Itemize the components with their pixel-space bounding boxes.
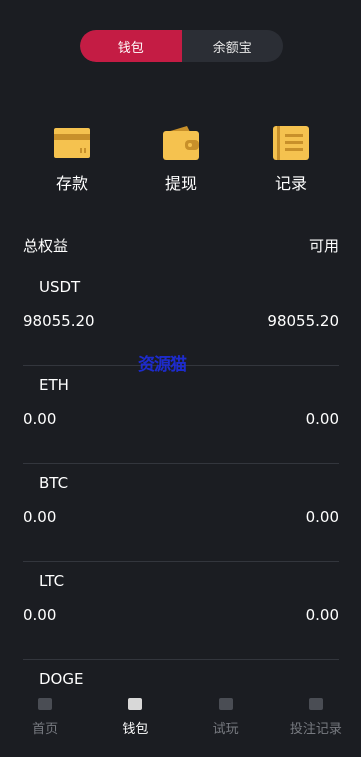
tab-bet-records[interactable]: 投注记录 — [271, 690, 361, 740]
coin-available: 0.00 — [305, 606, 339, 624]
coin-balance: 0.00 — [23, 508, 57, 526]
records-label: 记录 — [274, 174, 307, 193]
coin-available: 0.00 — [305, 508, 339, 526]
home-icon — [38, 698, 53, 710]
tab-wallet[interactable]: 钱包 — [90, 690, 180, 740]
coin-name: USDT — [39, 278, 81, 296]
coin-balance: 0.00 — [23, 410, 57, 428]
list-item: LTC 0.00 0.00 — [23, 562, 339, 660]
total-equity-label: 总权益 — [23, 237, 69, 255]
toggle-wallet[interactable]: 钱包 — [80, 30, 182, 62]
list-item: ETH 0.00 0.00 — [23, 366, 339, 464]
tab-label: 首页 — [32, 722, 59, 737]
record-icon — [308, 698, 323, 710]
withdraw-action[interactable]: 提现 — [141, 126, 221, 194]
wallet-icon — [163, 126, 199, 160]
wallet-icon — [128, 698, 143, 710]
deposit-action[interactable]: 存款 — [32, 126, 112, 194]
records-action[interactable]: 记录 — [251, 126, 331, 194]
balance-header: 总权益 可用 — [23, 235, 339, 256]
available-label: 可用 — [308, 237, 339, 255]
withdraw-label: 提现 — [164, 174, 197, 193]
watermark-text: 资源猫 — [138, 355, 187, 375]
list-item: BTC 0.00 0.00 — [23, 464, 339, 562]
tab-label: 投注记录 — [289, 722, 342, 737]
coin-balance: 98055.20 — [23, 312, 95, 330]
tab-label: 试玩 — [212, 722, 239, 737]
play-icon — [218, 698, 233, 710]
wallet-mode-toggle: 钱包 余额宝 — [80, 30, 283, 62]
tab-trial[interactable]: 试玩 — [181, 690, 271, 740]
tab-home[interactable]: 首页 — [0, 690, 90, 740]
coin-name: LTC — [39, 572, 65, 590]
coin-name: BTC — [39, 474, 69, 492]
coin-name: ETH — [39, 376, 69, 394]
coin-balance: 0.00 — [23, 606, 57, 624]
coin-available: 98055.20 — [267, 312, 339, 330]
coin-name: DOGE — [39, 670, 84, 688]
card-icon — [54, 126, 90, 160]
coin-available: 0.00 — [305, 410, 339, 428]
coin-list: USDT 98055.20 98055.20 ETH 0.00 0.00 BTC… — [23, 268, 339, 757]
list-icon — [273, 126, 309, 160]
deposit-label: 存款 — [55, 174, 88, 193]
bottom-tab-bar: 首页 钱包 试玩 投注记录 — [0, 690, 361, 740]
toggle-yuebao[interactable]: 余额宝 — [182, 30, 284, 62]
tab-label: 钱包 — [122, 722, 149, 737]
